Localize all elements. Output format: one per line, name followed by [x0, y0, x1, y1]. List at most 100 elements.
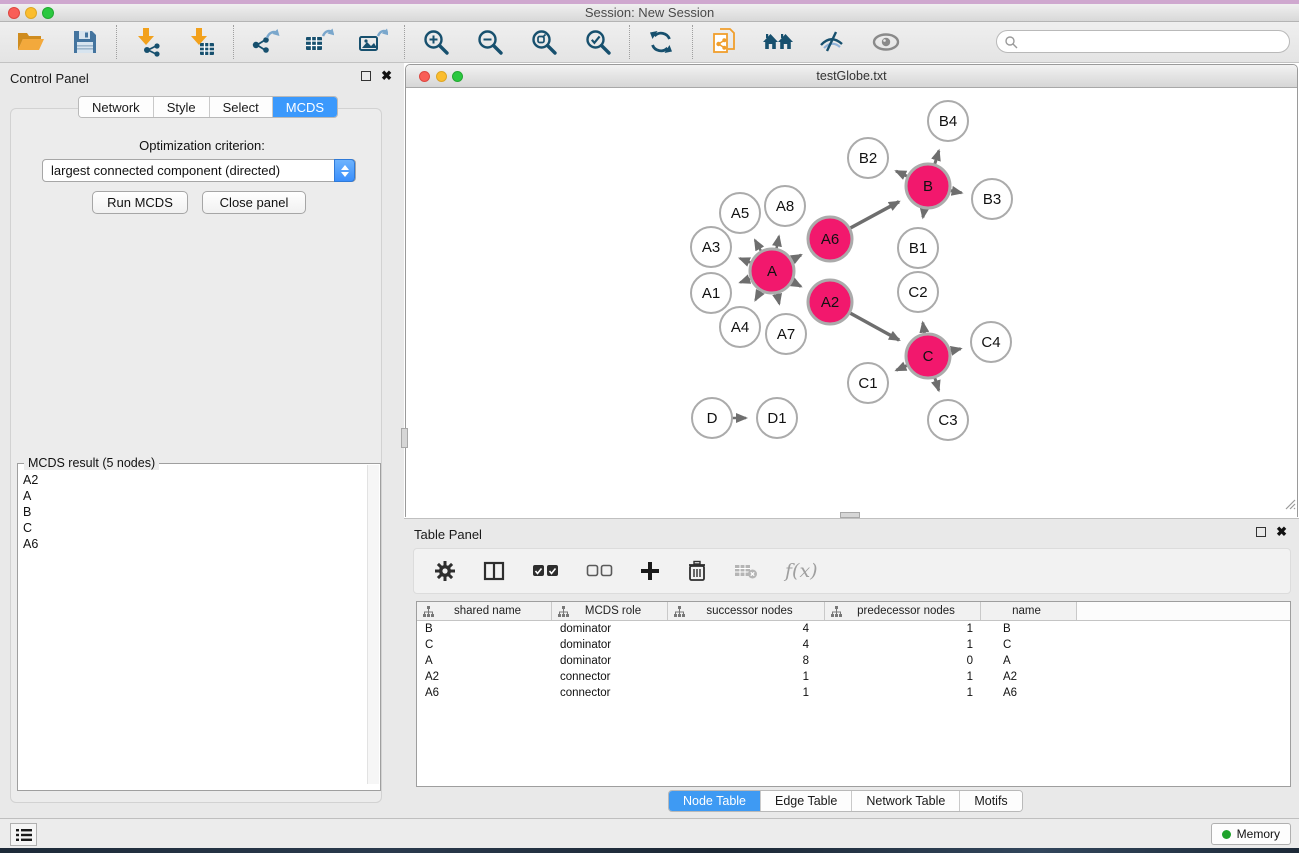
network-maximize-button[interactable]	[452, 71, 463, 82]
optimization-criterion-dropdown[interactable]: largest connected component (directed)	[42, 159, 356, 182]
save-session-icon[interactable]	[68, 25, 102, 59]
svg-text:D: D	[707, 410, 718, 427]
hide-graphics-details-icon[interactable]	[815, 25, 849, 59]
column-header-successor-nodes[interactable]: successor nodes	[668, 602, 825, 620]
column-header-shared-name[interactable]: shared name	[417, 602, 552, 620]
mcds-result-box: MCDS result (5 nodes) A2ABCA6	[17, 463, 381, 791]
search-input[interactable]	[996, 30, 1290, 53]
float-panel-icon[interactable]	[361, 71, 371, 81]
optimization-criterion-label: Optimization criterion:	[0, 138, 404, 153]
tab-node-table[interactable]: Node Table	[669, 791, 761, 811]
graph-edge-A2-C[interactable]	[848, 312, 900, 340]
network-minimize-button[interactable]	[436, 71, 447, 82]
vertical-splitter-handle[interactable]	[401, 428, 408, 448]
graph-node-C2[interactable]: C2	[898, 272, 938, 312]
tab-edge-table[interactable]: Edge Table	[761, 791, 852, 811]
network-close-button[interactable]	[419, 71, 430, 82]
graph-node-B2[interactable]: B2	[848, 138, 888, 178]
graph-node-C4[interactable]: C4	[971, 322, 1011, 362]
table-cell: 1	[825, 621, 981, 637]
mcds-result-item[interactable]: C	[19, 520, 365, 536]
tab-network-table[interactable]: Network Table	[852, 791, 960, 811]
table-row[interactable]: A6connector11A6	[417, 685, 1290, 701]
task-history-button[interactable]	[10, 823, 37, 846]
tab-style[interactable]: Style	[154, 97, 210, 117]
float-table-panel-icon[interactable]	[1256, 527, 1266, 537]
graph-node-D[interactable]: D	[692, 398, 732, 438]
zoom-in-icon[interactable]	[419, 25, 453, 59]
import-network-icon[interactable]	[131, 25, 165, 59]
unselect-all-icon[interactable]	[586, 564, 613, 578]
zoom-out-icon[interactable]	[473, 25, 507, 59]
column-settings-gear-icon[interactable]	[434, 560, 456, 582]
table-cell: 1	[825, 685, 981, 701]
close-panel-button[interactable]: Close panel	[202, 191, 306, 214]
graph-node-A7[interactable]: A7	[766, 314, 806, 354]
tab-select[interactable]: Select	[210, 97, 273, 117]
graph-node-A2[interactable]: A2	[808, 280, 852, 324]
tab-mcds[interactable]: MCDS	[273, 97, 337, 117]
column-header-predecessor-nodes[interactable]: predecessor nodes	[825, 602, 981, 620]
mcds-result-item[interactable]: A	[19, 488, 365, 504]
network-window-titlebar[interactable]: testGlobe.txt	[406, 65, 1297, 88]
column-header-mcds-role[interactable]: MCDS role	[552, 602, 668, 620]
table-cell: A6	[417, 685, 552, 701]
refresh-layout-icon[interactable]	[644, 25, 678, 59]
table-row[interactable]: Bdominator41B	[417, 621, 1290, 637]
duplicate-network-view-icon[interactable]	[707, 25, 741, 59]
graph-node-C[interactable]: C	[906, 334, 950, 378]
mcds-result-scrollbar[interactable]	[367, 465, 379, 784]
table-row[interactable]: A2connector11A2	[417, 669, 1290, 685]
graph-node-C3[interactable]: C3	[928, 400, 968, 440]
select-all-icon[interactable]	[532, 564, 559, 578]
add-row-icon[interactable]	[640, 561, 660, 581]
mcds-result-item[interactable]: A2	[19, 472, 365, 488]
mcds-result-item[interactable]: B	[19, 504, 365, 520]
maximize-window-button[interactable]	[42, 7, 54, 19]
show-columns-icon[interactable]	[483, 561, 505, 581]
column-header-name[interactable]: name	[981, 602, 1077, 620]
import-table-icon[interactable]	[185, 25, 219, 59]
graph-node-A5[interactable]: A5	[720, 193, 760, 233]
graph-node-A4[interactable]: A4	[720, 307, 760, 347]
table-header-filler	[1077, 602, 1290, 620]
graph-node-A3[interactable]: A3	[691, 227, 731, 267]
svg-text:A8: A8	[776, 198, 794, 215]
open-session-icon[interactable]	[14, 25, 48, 59]
home-icon[interactable]	[761, 25, 795, 59]
graph-node-B[interactable]: B	[906, 164, 950, 208]
control-panel: Control Panel ✖ Network Style Select MCD…	[0, 63, 404, 818]
status-bar: Memory	[0, 818, 1299, 848]
graph-node-B4[interactable]: B4	[928, 101, 968, 141]
close-panel-icon[interactable]: ✖	[381, 70, 392, 82]
window-resize-grip[interactable]	[1282, 496, 1296, 515]
export-image-icon[interactable]	[356, 25, 390, 59]
tab-network[interactable]: Network	[79, 97, 154, 117]
graph-node-C1[interactable]: C1	[848, 363, 888, 403]
mcds-result-item[interactable]: A6	[19, 536, 365, 552]
close-window-button[interactable]	[8, 7, 20, 19]
graph-node-D1[interactable]: D1	[757, 398, 797, 438]
graph-node-A[interactable]: A	[750, 249, 794, 293]
graph-node-B1[interactable]: B1	[898, 228, 938, 268]
export-table-icon[interactable]	[302, 25, 336, 59]
graph-node-A8[interactable]: A8	[765, 186, 805, 226]
graph-node-A6[interactable]: A6	[808, 217, 852, 261]
run-mcds-button[interactable]: Run MCDS	[92, 191, 188, 214]
memory-button[interactable]: Memory	[1211, 823, 1291, 845]
delete-row-icon[interactable]	[687, 560, 707, 582]
export-network-icon[interactable]	[248, 25, 282, 59]
graph-node-A1[interactable]: A1	[691, 273, 731, 313]
mcds-result-title: MCDS result (5 nodes)	[24, 456, 159, 470]
close-table-panel-icon[interactable]: ✖	[1276, 526, 1287, 538]
graph-node-B3[interactable]: B3	[972, 179, 1012, 219]
zoom-fit-icon[interactable]	[527, 25, 561, 59]
zoom-selected-icon[interactable]	[581, 25, 615, 59]
table-row[interactable]: Cdominator41C	[417, 637, 1290, 653]
table-row[interactable]: Adominator80A	[417, 653, 1290, 669]
network-canvas[interactable]: B4 B2 B B3 A8 A5 A6 B1 A3 A C2 A1 A2 A4A7 C4 C C1 D D1 C3	[406, 88, 1297, 517]
show-graphics-details-icon[interactable]	[869, 25, 903, 59]
graph-edge-A6-B[interactable]	[848, 202, 899, 230]
tab-motifs[interactable]: Motifs	[960, 791, 1021, 811]
minimize-window-button[interactable]	[25, 7, 37, 19]
